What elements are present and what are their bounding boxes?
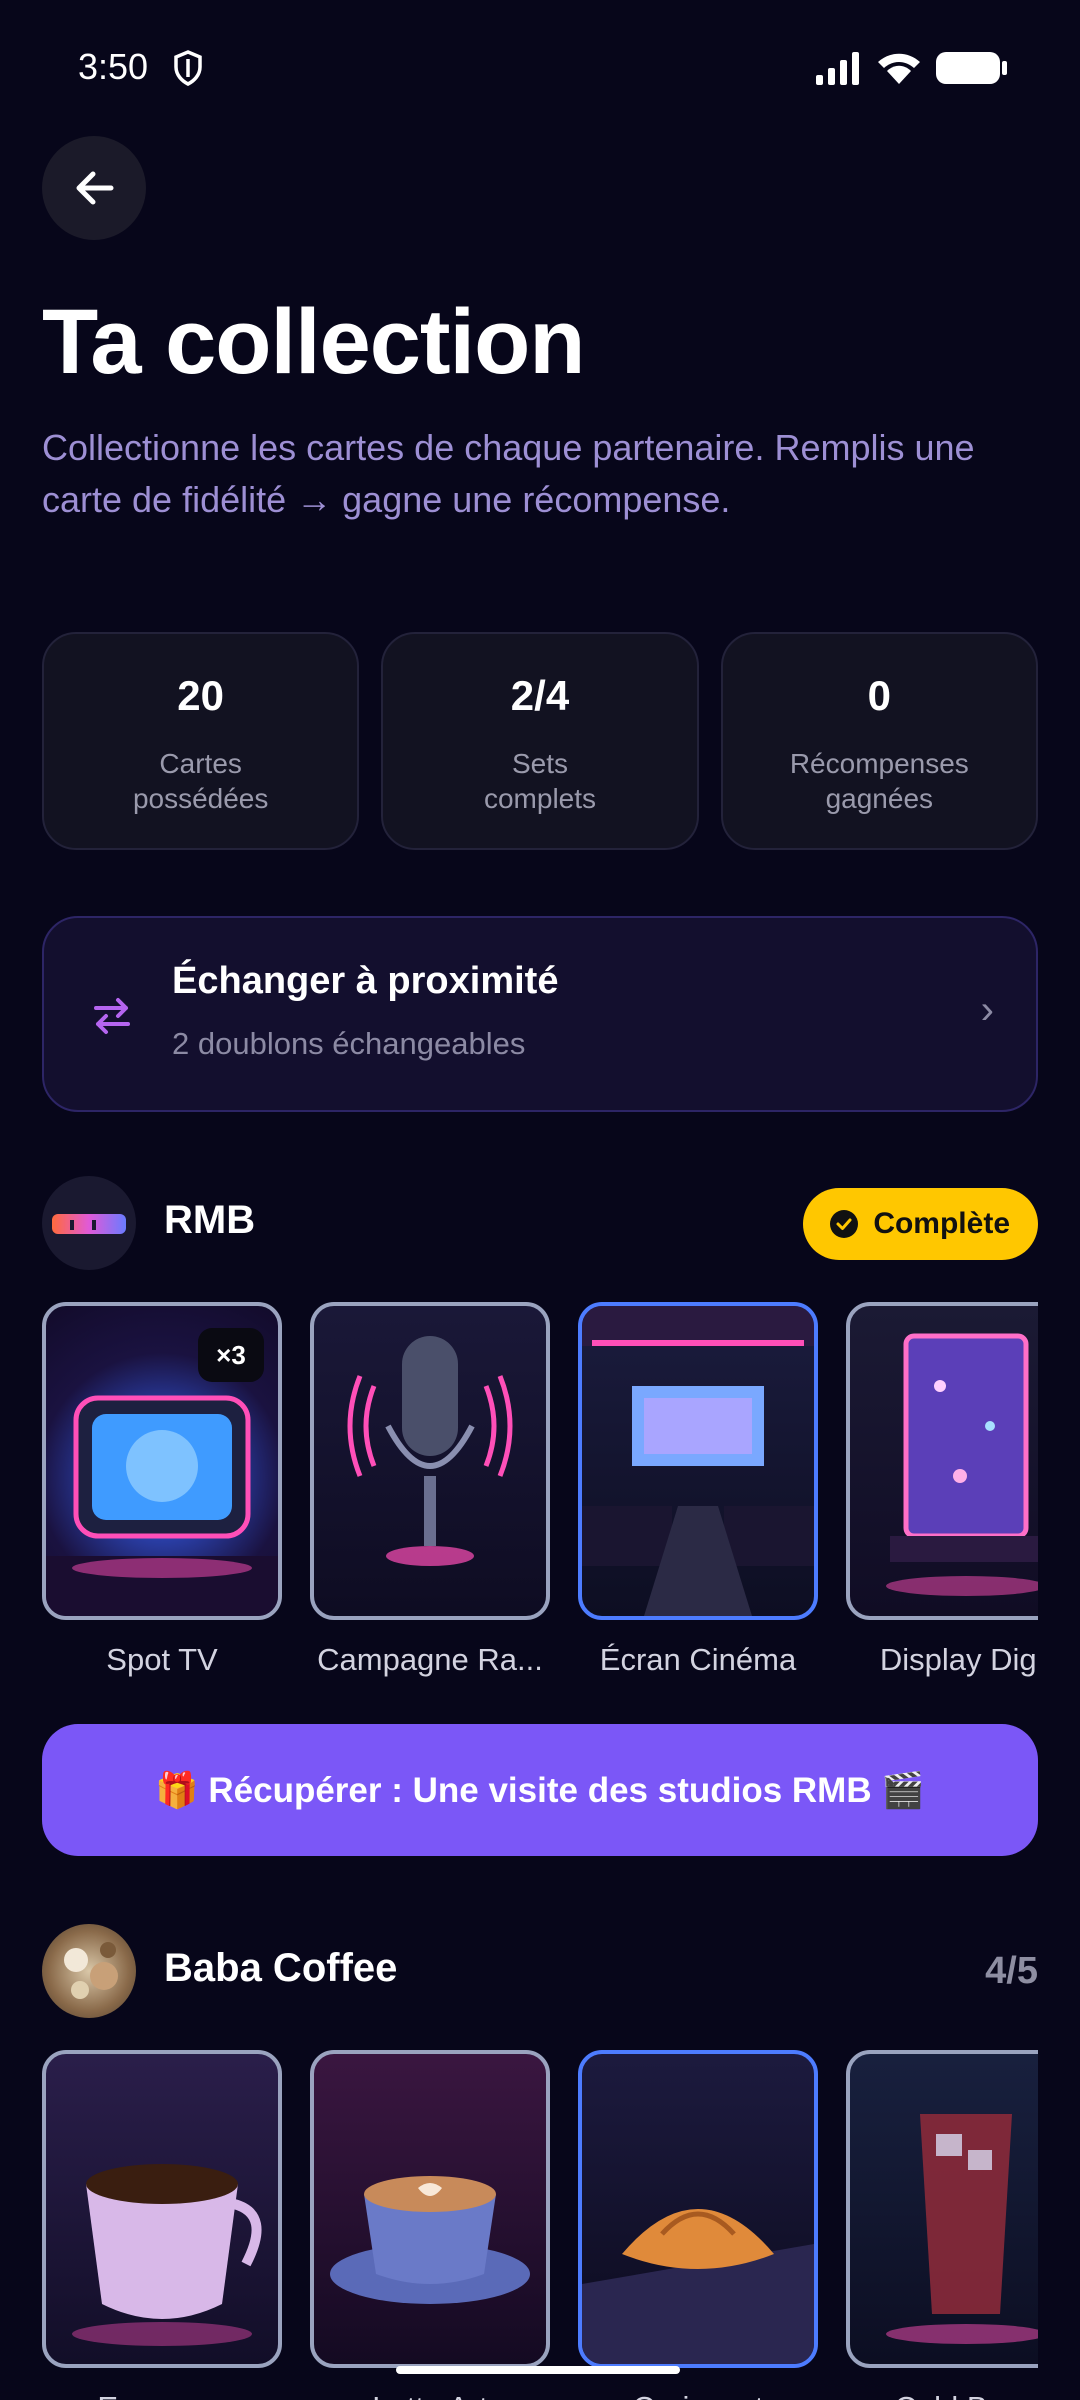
card-label: Écran Cinéma: [599, 1642, 797, 1677]
signal-icon: [816, 52, 859, 85]
exchange-subtitle: 2 doublons échangeables: [172, 1026, 526, 1061]
display-illustration: [886, 1333, 1038, 1596]
collection-card[interactable]: ×3 Spot TV: [42, 1302, 282, 1678]
stat-value: 20: [177, 672, 225, 719]
espresso-card-image: [42, 2050, 282, 2368]
collection-card[interactable]: Espresso: [42, 2050, 282, 2400]
battery-icon: [936, 52, 1007, 84]
stat-label: Sets complets: [483, 748, 597, 814]
chevron-right-icon: ›: [980, 988, 994, 1032]
status-bar: 3:50: [0, 0, 1080, 130]
espresso-illustration: [72, 2164, 262, 2346]
wifi-icon: [878, 53, 920, 84]
card-label: Spot TV: [106, 1642, 218, 1677]
cards-strip-rmb[interactable]: ×3 Spot TV Campagne Ra... Écran Cinéma D…: [42, 1302, 1038, 1686]
stat-rewards-earned: 0 Récompenses gagnées: [720, 632, 1038, 850]
stat-label: Récompenses gagnées: [789, 748, 969, 814]
cold-brew-illustration: [886, 2114, 1038, 2344]
partner-logo-rmb: [42, 1176, 136, 1270]
partner-name: RMB: [164, 1198, 256, 1242]
collection-card[interactable]: Croissant: [578, 2050, 818, 2400]
arrow-left-icon: [76, 171, 114, 205]
card-label: Cold Brew: [846, 2390, 1038, 2400]
collection-card[interactable]: Latte Art: [310, 2050, 550, 2400]
collection-card[interactable]: Campagne Ra...: [310, 1302, 550, 1678]
tv-card-image: ×3: [42, 1302, 282, 1620]
partner-header-baba-coffee: Baba Coffee 4/5: [42, 1924, 1038, 2018]
complete-badge-label: Complète: [873, 1207, 1010, 1240]
claim-reward-button[interactable]: 🎁 Récupérer : Une visite des studios RMB…: [42, 1724, 1038, 1856]
cold-brew-card-image: [846, 2050, 1038, 2368]
stat-label: Cartes possédées: [132, 748, 269, 814]
exchange-nearby-button[interactable]: Échanger à proximité 2 doublons échangea…: [42, 916, 1038, 1112]
card-label: Espresso: [42, 2390, 282, 2400]
card-label: Display Digit: [879, 1642, 1038, 1677]
cards-strip-baba-coffee[interactable]: Espresso Latte Art Croissan: [42, 2050, 1038, 2400]
home-indicator[interactable]: [396, 2366, 680, 2374]
croissant-illustration: [582, 2209, 814, 2364]
collection-card[interactable]: Écran Cinéma: [578, 1302, 818, 1678]
card-label: Campagne Ra...: [317, 1642, 543, 1677]
croissant-card-image: [578, 2050, 818, 2368]
microphone-card-image: [310, 1302, 550, 1620]
back-button[interactable]: [42, 136, 146, 240]
card-label: Croissant: [578, 2390, 818, 2400]
partner-header-rmb: RMB Complète: [42, 1176, 1038, 1270]
partner-name: Baba Coffee: [164, 1946, 398, 1990]
status-time: 3:50: [78, 46, 149, 87]
latte-card-image: [310, 2050, 550, 2368]
stat-sets-complete: 2/4 Sets complets: [381, 632, 699, 850]
microphone-illustration: [347, 1336, 513, 1566]
partner-logo-baba-coffee: [42, 1924, 136, 2018]
duplicate-count-badge: ×3: [198, 1328, 264, 1382]
display-card-image: [846, 1302, 1038, 1620]
collection-card[interactable]: Cold Brew: [846, 2050, 1038, 2400]
page-subtitle: Collectionne les cartes de chaque parten…: [42, 427, 975, 520]
stat-value: 0: [867, 672, 891, 719]
collection-card[interactable]: Display Digit: [846, 1302, 1038, 1678]
swap-arrows-icon: [94, 998, 130, 1034]
set-progress-count: 4/5: [985, 1950, 1038, 1992]
stat-cards-owned: 20 Cartes possédées: [42, 632, 360, 850]
shield-icon: [174, 50, 202, 86]
system-icons: [816, 50, 1008, 86]
rmb-logo-icon: [52, 1214, 126, 1234]
card-label: Latte Art: [310, 2390, 550, 2400]
stats-row: 20 Cartes possédées 2/4 Sets complets 0 …: [42, 632, 1038, 850]
stat-value: 2/4: [510, 672, 570, 719]
exchange-title: Échanger à proximité: [172, 960, 559, 1002]
coffee-table-logo-icon: [64, 1942, 118, 1999]
page-title: Ta collection: [42, 291, 586, 393]
check-circle-icon: [830, 1210, 859, 1238]
complete-badge: Complète: [803, 1188, 1038, 1260]
cinema-card-image: [578, 1302, 818, 1620]
latte-illustration: [330, 2176, 530, 2304]
cinema-illustration: [582, 1306, 814, 1616]
